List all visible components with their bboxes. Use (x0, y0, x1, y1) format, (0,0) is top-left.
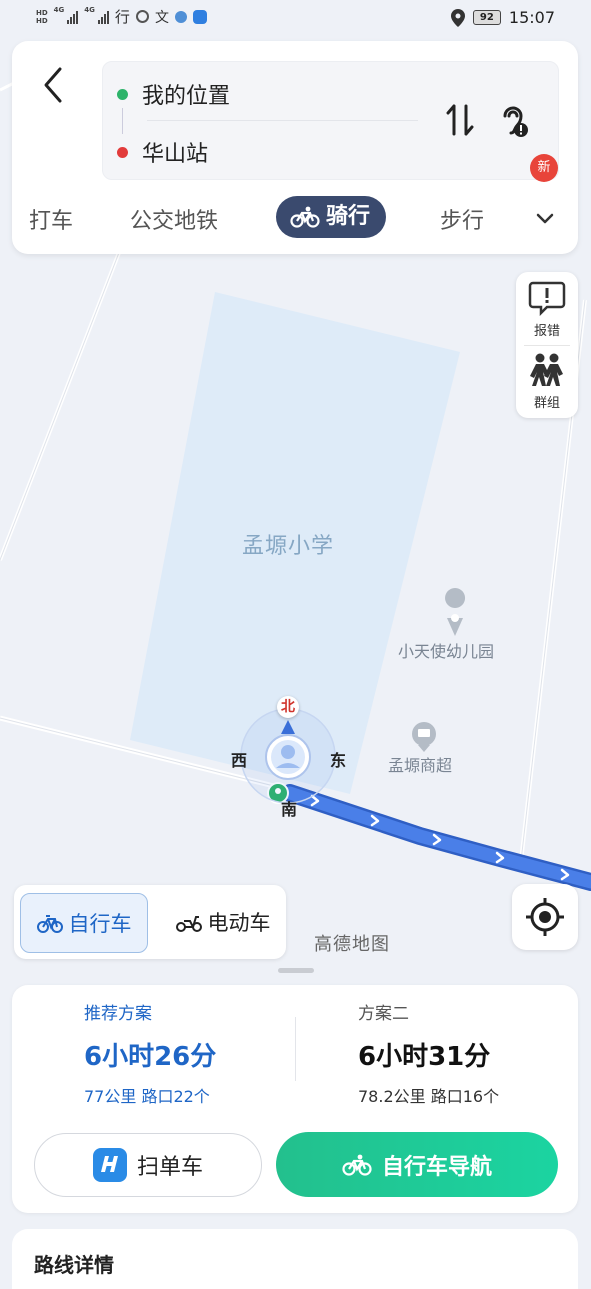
report-error-icon (528, 281, 566, 316)
group-label: 群组 (533, 396, 560, 411)
tab-walking[interactable]: 步行 (440, 203, 484, 235)
chevron-down-icon[interactable] (534, 207, 556, 229)
route-input-box: 我的位置 华山站 (102, 61, 559, 180)
route-details-section[interactable]: 路线详情 (12, 1229, 578, 1289)
network-type-1: 4G (53, 6, 65, 14)
route-search-card: 我的位置 华山站 打车 公交地铁 骑行 步行 (12, 41, 578, 254)
start-cycling-navigation-button[interactable]: 自行车导航 (276, 1132, 558, 1197)
location-icon (450, 8, 465, 27)
tab-cycling-label: 骑行 (326, 204, 371, 229)
plan-tag: 推荐方案 (84, 1004, 152, 1024)
ebike-option-label: 电动车 (207, 911, 271, 935)
destination-text: 华山站 (142, 142, 209, 167)
scan-bike-button[interactable]: 扫单车 (34, 1133, 262, 1197)
bike-share-logo-icon (92, 1148, 127, 1182)
plan-meta: 78.2公里 路口16个 (358, 1087, 500, 1106)
destination-field[interactable]: 华山站 (117, 136, 208, 168)
divider (295, 1017, 296, 1081)
battery-indicator: 92 (472, 10, 501, 25)
route-plans-card: 推荐方案 6小时26分 77公里 路口22个 方案二 6小时31分 78.2公里… (12, 985, 578, 1213)
signal-icon (67, 10, 79, 24)
plan-tag: 方案二 (358, 1004, 409, 1024)
back-arrow-icon[interactable] (38, 65, 68, 105)
tab-transit[interactable]: 公交地铁 (130, 203, 218, 235)
status-bar: HD HD 4G 4G 行 文 92 15:07 (0, 0, 591, 40)
tab-cycling[interactable]: 骑行 (276, 196, 387, 238)
navigation-label: 自行车导航 (381, 1154, 492, 1180)
app-icon (174, 10, 187, 23)
route-connector (122, 108, 123, 134)
poi-supermarket[interactable]: 孟塬商超 (388, 752, 452, 776)
bottom-sheet: 推荐方案 6小时26分 77公里 路口22个 方案二 6小时31分 78.2公里… (0, 985, 591, 1289)
bicycle-icon (290, 206, 320, 228)
school-area-label: 孟塬小学 (242, 534, 335, 559)
signal-icon-2 (97, 10, 109, 24)
plan-recommended[interactable]: 推荐方案 6小时26分 77公里 路口22个 (84, 999, 216, 1107)
destination-dot (117, 146, 128, 158)
scan-bike-label: 扫单车 (136, 1155, 203, 1180)
divider (524, 345, 570, 346)
app-notification-icon: 文 (154, 9, 169, 26)
poi-kindergarten[interactable]: 小天使幼儿园 (398, 638, 494, 662)
vehicle-type-toggle: 自行车 电动车 (14, 885, 286, 959)
plan-duration: 6小时26分 (84, 1042, 217, 1072)
map-side-tools: 报错 群组 (516, 272, 578, 418)
compass-west: 西 (231, 751, 248, 770)
compass-south: 南 (281, 800, 298, 819)
tab-taxi[interactable]: 打车 (29, 203, 73, 235)
route-details-title: 路线详情 (34, 1253, 114, 1277)
compass-north: 北 (277, 696, 299, 718)
app-icon-2 (192, 9, 207, 24)
bicycle-option-label: 自行车 (68, 912, 132, 936)
hd2-indicator: HD (36, 16, 48, 25)
map-brand-watermark: 高德地图 (314, 934, 390, 955)
origin-dot (117, 88, 128, 100)
origin-field[interactable]: 我的位置 (117, 78, 230, 110)
origin-text: 我的位置 (142, 84, 231, 109)
carrier-text: 行 (114, 8, 130, 26)
network-type-2: 4G (84, 6, 95, 14)
clock: 15:07 (508, 8, 555, 27)
voice-icon[interactable] (497, 100, 531, 140)
ebike-option[interactable]: 电动车 (164, 893, 282, 951)
hd1-indicator: HD (36, 8, 48, 17)
sheet-drag-handle[interactable] (278, 968, 314, 973)
plan-meta: 77公里 路口22个 (84, 1087, 210, 1106)
locate-me-button[interactable] (512, 884, 578, 950)
plan-duration: 6小时31分 (358, 1042, 491, 1072)
compass-east: 东 (330, 751, 347, 770)
new-badge: 新 (530, 154, 558, 182)
travel-mode-tabs: 打车 公交地铁 骑行 步行 (12, 193, 578, 243)
bicycle-option[interactable]: 自行车 (20, 893, 148, 953)
ebike-icon (175, 916, 202, 932)
group-icon (530, 353, 563, 386)
report-error-label: 报错 (533, 324, 560, 339)
divider (147, 120, 418, 121)
bicycle-icon (342, 1154, 372, 1176)
bicycle-icon (36, 915, 63, 933)
group-button[interactable]: 群组 (516, 352, 578, 411)
plan-two[interactable]: 方案二 6小时31分 78.2公里 路口16个 (358, 999, 499, 1107)
swap-icon[interactable] (443, 100, 477, 140)
report-error-button[interactable]: 报错 (516, 280, 578, 339)
notification-icon (135, 10, 149, 23)
crosshair-icon (526, 898, 564, 936)
